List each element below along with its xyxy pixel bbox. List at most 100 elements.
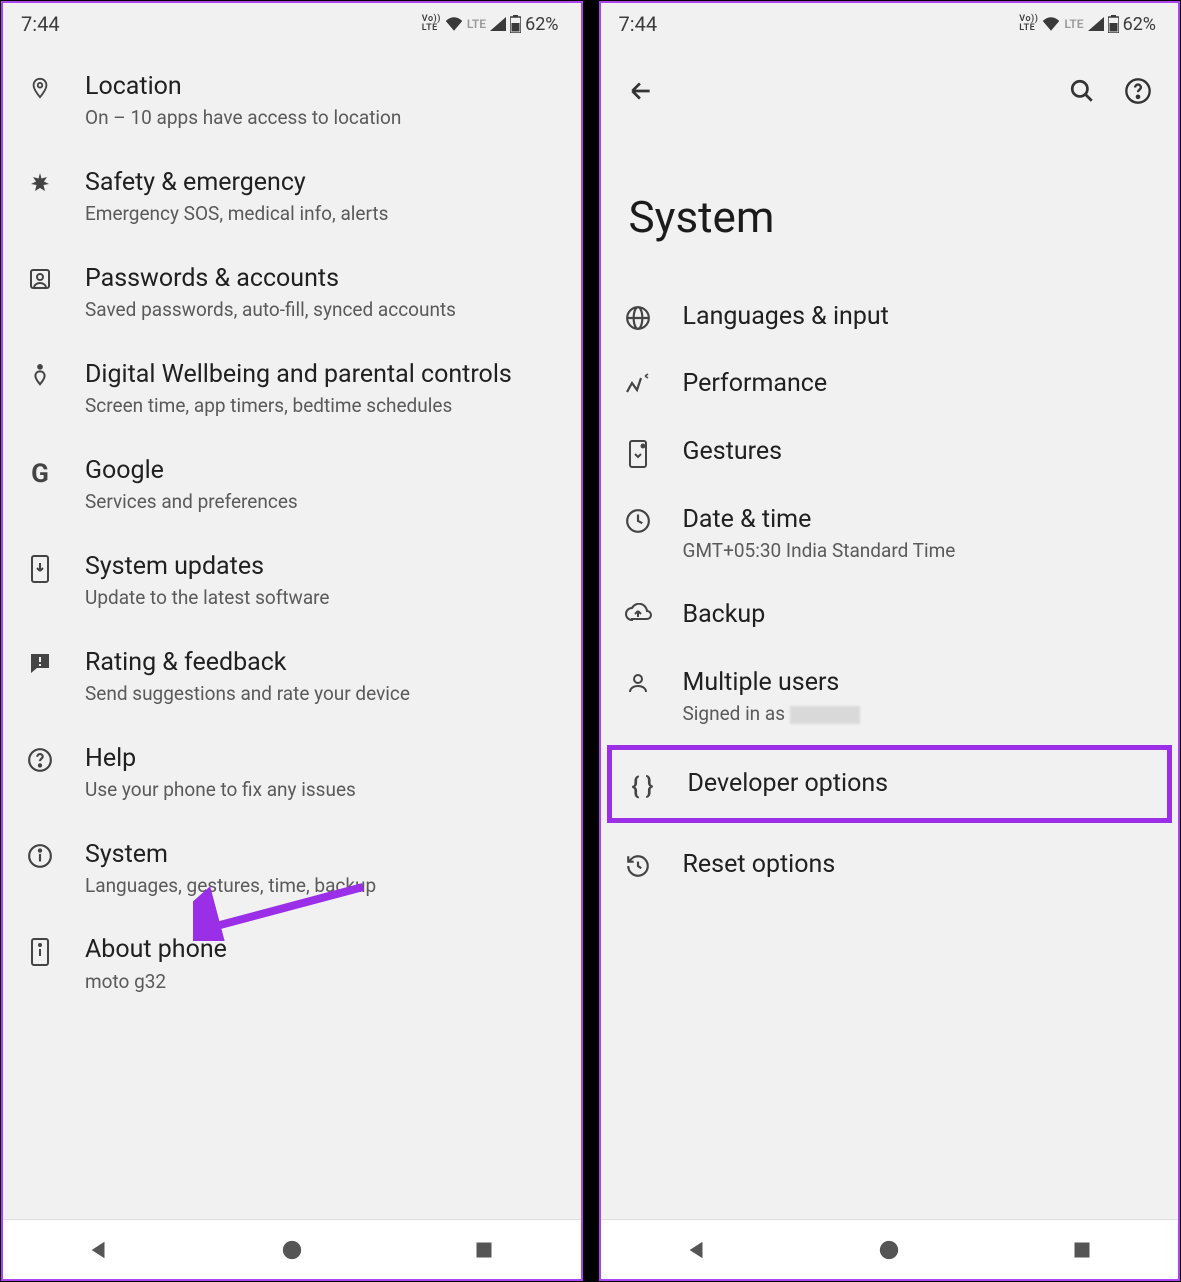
item-title: Gestures [683, 436, 1157, 467]
sidebar-item-wellbeing[interactable]: Digital Wellbeing and parental controls … [3, 341, 581, 437]
wifi-icon [445, 17, 463, 31]
phone-info-icon [31, 938, 49, 966]
redacted-username [790, 706, 860, 724]
item-sub: Update to the latest software [85, 586, 559, 611]
search-button[interactable] [1062, 71, 1102, 111]
sidebar-item-system[interactable]: System Languages, gestures, time, backup [3, 821, 581, 917]
sidebar-item-updates[interactable]: System updates Update to the latest soft… [3, 533, 581, 629]
battery-percent: 62% [1123, 14, 1156, 35]
item-title: Rating & feedback [85, 647, 559, 678]
gestures-phone-icon [628, 440, 648, 468]
status-bar: 7:44 Vo))LTE LTE 62% [3, 3, 581, 45]
nav-home-icon[interactable] [268, 1239, 316, 1261]
person-icon [626, 671, 650, 695]
sidebar-item-about[interactable]: About phone moto g32 [3, 916, 581, 1012]
nav-bar [601, 1219, 1179, 1279]
item-title: Safety & emergency [85, 167, 559, 198]
location-pin-icon [29, 75, 51, 101]
signal-icon [1088, 17, 1104, 31]
medical-asterisk-icon [28, 171, 52, 195]
wifi-icon [1042, 17, 1060, 31]
item-title: Developer options [688, 768, 1152, 799]
lte-icon: LTE [467, 17, 486, 31]
item-title: Multiple users [683, 667, 1157, 698]
item-title: Google [85, 455, 559, 486]
sidebar-item-help[interactable]: Help Use your phone to fix any issues [3, 725, 581, 821]
item-gestures[interactable]: Gestures [601, 418, 1179, 486]
sidebar-item-google[interactable]: G Google Services and preferences [3, 437, 581, 533]
item-sub: Screen time, app timers, bedtime schedul… [85, 394, 559, 419]
battery-percent: 62% [525, 14, 558, 35]
globe-icon [625, 305, 651, 331]
app-header [601, 45, 1179, 121]
item-title: System updates [85, 551, 559, 582]
item-title: About phone [85, 934, 559, 965]
feedback-icon [28, 651, 52, 675]
item-title: Help [85, 743, 559, 774]
status-time: 7:44 [21, 12, 60, 36]
sidebar-item-location[interactable]: Location On – 10 apps have access to loc… [3, 53, 581, 149]
sidebar-item-passwords[interactable]: Passwords & accounts Saved passwords, au… [3, 245, 581, 341]
page-title: System [601, 121, 1179, 283]
phone-download-icon [31, 555, 49, 583]
item-languages[interactable]: Languages & input [601, 283, 1179, 350]
braces-icon: { } [632, 772, 654, 800]
item-sub: Signed in as [683, 702, 1157, 727]
item-sub: Emergency SOS, medical info, alerts [85, 202, 559, 227]
item-sub: Send suggestions and rate your device [85, 682, 559, 707]
battery-icon [1108, 15, 1119, 33]
item-title: Location [85, 71, 559, 102]
status-time: 7:44 [619, 12, 658, 36]
item-reset[interactable]: Reset options [601, 831, 1179, 898]
item-sub: Use your phone to fix any issues [85, 778, 559, 803]
info-circle-icon [27, 843, 53, 869]
nav-recents-icon[interactable] [460, 1240, 508, 1260]
item-title: Languages & input [683, 301, 1157, 332]
battery-icon [510, 15, 521, 33]
highlight-annotation: { } Developer options [607, 745, 1173, 823]
sidebar-item-feedback[interactable]: Rating & feedback Send suggestions and r… [3, 629, 581, 725]
item-backup[interactable]: Backup [601, 581, 1179, 648]
signal-icon [490, 17, 506, 31]
back-button[interactable] [621, 71, 661, 111]
item-sub: GMT+05:30 India Standard Time [683, 539, 1157, 564]
status-icons: Vo))LTE LTE 62% [422, 14, 559, 35]
google-icon: G [31, 459, 49, 489]
wellbeing-icon [29, 363, 51, 389]
item-title: Performance [683, 368, 1157, 399]
lte-icon: LTE [1064, 17, 1083, 31]
settings-list[interactable]: Location On – 10 apps have access to loc… [3, 45, 581, 1219]
nav-home-icon[interactable] [865, 1239, 913, 1261]
help-button[interactable] [1118, 71, 1158, 111]
clock-icon [625, 508, 651, 534]
item-sub: Languages, gestures, time, backup [85, 874, 559, 899]
item-title: System [85, 839, 559, 870]
item-users[interactable]: Multiple users Signed in as [601, 649, 1179, 745]
nav-recents-icon[interactable] [1058, 1240, 1106, 1260]
item-sub: Services and preferences [85, 490, 559, 515]
item-developer[interactable]: { } Developer options [612, 750, 1168, 818]
item-title: Digital Wellbeing and parental controls [85, 359, 559, 390]
status-bar: 7:44 Vo))LTE LTE 62% [601, 3, 1179, 45]
system-list[interactable]: Languages & input Performance Gestures D… [601, 283, 1179, 1219]
item-title: Reset options [683, 849, 1157, 880]
help-circle-icon [27, 747, 53, 773]
phone-right: 7:44 Vo))LTE LTE 62% System Languages & … [599, 1, 1181, 1281]
performance-icon [625, 372, 651, 396]
item-sub: moto g32 [85, 970, 559, 995]
sidebar-item-safety[interactable]: Safety & emergency Emergency SOS, medica… [3, 149, 581, 245]
nav-back-icon[interactable] [673, 1239, 721, 1261]
status-icons: Vo))LTE LTE 62% [1019, 14, 1156, 35]
item-sub: Saved passwords, auto-fill, synced accou… [85, 298, 559, 323]
item-title: Passwords & accounts [85, 263, 559, 294]
item-title: Backup [683, 599, 1157, 630]
nav-bar [3, 1219, 581, 1279]
nav-back-icon[interactable] [75, 1239, 123, 1261]
item-datetime[interactable]: Date & time GMT+05:30 India Standard Tim… [601, 486, 1179, 582]
reset-history-icon [625, 853, 651, 879]
cloud-up-icon [624, 603, 652, 623]
item-performance[interactable]: Performance [601, 350, 1179, 417]
account-box-icon [28, 267, 52, 291]
volte-icon: Vo))LTE [422, 15, 441, 33]
phone-left: 7:44 Vo))LTE LTE 62% Location On – 10 ap… [1, 1, 583, 1281]
